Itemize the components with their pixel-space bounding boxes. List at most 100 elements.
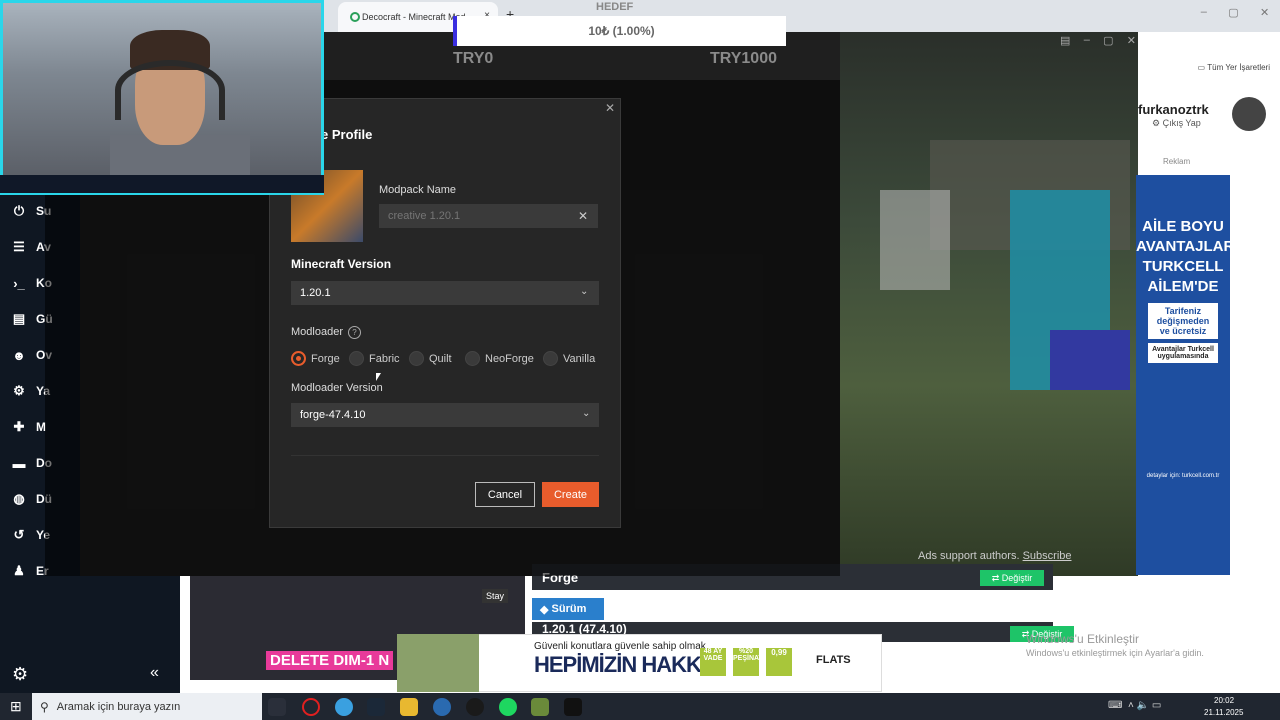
opera-icon[interactable] <box>302 698 320 716</box>
minimize-icon[interactable]: – <box>1201 6 1207 19</box>
power-icon: ⏻ <box>13 203 25 218</box>
ad-line: AİLEM'DE <box>1147 278 1219 295</box>
taskbar-search[interactable]: ⚲ Aramak için buraya yazın <box>32 693 262 720</box>
radio-label: Quilt <box>429 352 452 365</box>
create-button[interactable]: Create <box>542 482 599 507</box>
ad-line: AİLE BOYU <box>1142 218 1224 235</box>
radio-dot[interactable] <box>349 351 364 366</box>
cancel-button[interactable]: Cancel <box>475 482 535 507</box>
surum-label: Sürüm <box>551 603 587 615</box>
layout-icon[interactable]: ▤ <box>1060 34 1070 47</box>
flats-ad-subtitle: Güvenli konutlara güvenle sahip olmak <box>534 641 706 652</box>
surum-tag: ◆ Sürüm <box>532 598 604 620</box>
flats-ad-headline: HEPİMİZİN HAKKI <box>534 652 707 677</box>
radio-forge[interactable]: Forge <box>291 351 340 366</box>
modloader-version-label: Modloader Version <box>291 382 383 394</box>
hero-steve-legs <box>1050 330 1130 390</box>
radio-neoforge[interactable]: NeoForge <box>465 351 534 366</box>
windows-activate-title: Windows'u Etkinleştir <box>1026 632 1139 646</box>
minecraft-version-label: Minecraft Version <box>291 257 392 271</box>
maximize-icon[interactable]: ▢ <box>1103 34 1113 47</box>
ad-line: TURKCELL <box>1142 258 1224 275</box>
ad-sub: Avantajlar Turkcell uygulamasında <box>1148 343 1218 363</box>
radio-quilt[interactable]: Quilt <box>409 351 452 366</box>
windows-activate-sub: Windows'u etkinleştirmek için Ayarlar'a … <box>1026 648 1204 658</box>
logout-label[interactable]: Çıkış Yap <box>1163 118 1201 128</box>
ads-support-note: Ads support authors. Subscribe <box>918 550 1072 562</box>
webcam-frame-base <box>0 175 324 195</box>
donation-min-label: TRY0 <box>453 50 494 67</box>
close-icon[interactable]: ✕ <box>1260 6 1269 19</box>
dialog-divider <box>291 455 599 456</box>
close-icon[interactable]: ✕ <box>1127 34 1136 47</box>
radio-label: Vanilla <box>563 352 596 365</box>
app-window-controls[interactable]: ▤ – ▢ ✕ <box>1060 34 1136 47</box>
delete-banner: DELETE DIM-1 N <box>266 651 394 670</box>
list-icon: ☰ <box>13 239 25 254</box>
browser-toolbar <box>1138 32 1280 56</box>
logout-link[interactable]: ⚙ Çıkış Yap <box>1152 118 1201 129</box>
radio-dot[interactable] <box>409 351 424 366</box>
radio-fabric[interactable]: Fabric <box>349 351 400 366</box>
collapse-icon[interactable]: « <box>150 664 159 682</box>
task-view-icon[interactable] <box>268 698 286 716</box>
terminal-icon: ›_ <box>13 275 25 291</box>
minimize-icon[interactable]: – <box>1084 34 1090 47</box>
settings-gear-icon[interactable]: ⚙ <box>12 664 28 685</box>
steam-icon[interactable] <box>367 698 385 716</box>
window-controls[interactable]: – ▢ ✕ <box>1190 6 1280 19</box>
search-placeholder: Aramak için buraya yazın <box>56 700 181 713</box>
bookmarks-bar[interactable]: ▭ Tüm Yer İşaretleri <box>1138 56 1280 78</box>
ad-footer: detaylar için: turkcell.com.tr <box>1146 473 1220 479</box>
obs-icon[interactable] <box>466 698 484 716</box>
dialog-close-icon[interactable]: ✕ <box>605 101 615 115</box>
flats-faiz-badge: 0,99 <box>766 648 792 676</box>
radio-label: Fabric <box>369 352 400 365</box>
modloader-version-select[interactable]: forge-47.4.10 <box>291 403 599 427</box>
change-label: Değiştir <box>1001 573 1033 583</box>
subscribe-link[interactable]: Subscribe <box>1023 550 1072 562</box>
all-bookmarks-label[interactable]: Tüm Yer İşaretleri <box>1207 63 1270 72</box>
radio-dot[interactable] <box>543 351 558 366</box>
radio-vanilla[interactable]: Vanilla <box>543 351 595 366</box>
radio-dot[interactable] <box>465 351 480 366</box>
file-explorer-icon[interactable] <box>400 698 418 716</box>
turkcell-ad[interactable]: AİLE BOYU AVANTAJLAR TURKCELL AİLEM'DE T… <box>1136 175 1234 575</box>
flats-vade-badge: 48 AY VADE <box>700 648 726 676</box>
donation-max-label: TRY1000 <box>710 50 777 67</box>
chrome-icon[interactable] <box>335 698 353 716</box>
chevron-down-icon: ⌄ <box>582 408 591 419</box>
clock-time[interactable]: 20:02 <box>1214 696 1234 705</box>
username[interactable]: furkanoztrk <box>1138 102 1209 117</box>
minecraft-version-select[interactable]: 1.20.1 <box>291 281 599 305</box>
mouse-cursor <box>376 373 381 381</box>
webcam-headset <box>115 60 225 120</box>
hero-skeleton <box>880 190 950 290</box>
flats-pesinat-badge: %20 PEŞİNAT <box>733 648 763 676</box>
app-icon[interactable] <box>433 698 451 716</box>
maximize-icon[interactable]: ▢ <box>1228 6 1238 19</box>
curseforge-icon[interactable] <box>564 698 582 716</box>
clear-input-icon[interactable]: ✕ <box>578 209 588 223</box>
history-icon: ↺ <box>13 527 25 542</box>
system-tray[interactable]: ⌨ ˄ 🔈 ▭ <box>1108 700 1161 711</box>
folder-icon: ▭ <box>1197 62 1208 72</box>
modloader-label: Modloader <box>291 326 343 338</box>
flats-ad-photo <box>397 634 479 692</box>
puzzle-icon: ✚ <box>13 419 25 434</box>
modpack-name-input[interactable] <box>379 204 598 228</box>
help-icon[interactable]: ? <box>348 326 361 339</box>
windows-start-icon[interactable]: ⊞ <box>10 698 22 715</box>
search-icon: ⚲ <box>40 699 49 714</box>
spotify-icon[interactable] <box>499 698 517 716</box>
radio-label: NeoForge <box>485 352 534 365</box>
minecraft-icon[interactable] <box>531 698 549 716</box>
clock-date[interactable]: 21.11.2025 <box>1204 708 1243 717</box>
forge-change-button[interactable]: ⇄ Değiştir <box>980 570 1044 586</box>
dialog-title: e Profile <box>321 127 373 142</box>
ad-label: Reklam <box>1163 157 1191 166</box>
modpack-name-label: Modpack Name <box>379 184 457 196</box>
donation-goal-title: HEDEF <box>596 1 634 13</box>
avatar[interactable] <box>1232 97 1266 131</box>
radio-dot[interactable] <box>291 351 306 366</box>
